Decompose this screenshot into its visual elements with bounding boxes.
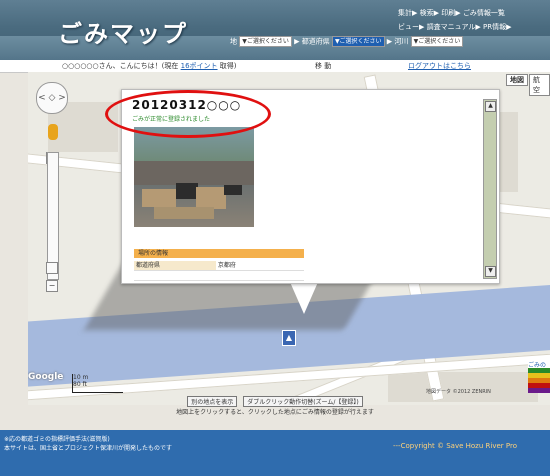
scale-bar: 10 m 80 ft [72, 374, 123, 393]
info-row: 都道府県 京都府 [134, 261, 304, 271]
info-row [134, 271, 304, 281]
greeting-suffix: 取得) [219, 62, 237, 70]
move-link[interactable]: 移 動 [315, 60, 331, 72]
google-logo: Google [28, 372, 64, 382]
info-window-scrollbar[interactable]: ▲ ▼ [483, 99, 497, 279]
scroll-up-button[interactable]: ▲ [485, 101, 496, 112]
filter-bar: 地 ▼ご選択ください ▶ 都道府県 ▼ご選択ください ▶ 河川 ▼ご選択ください [230, 36, 464, 47]
photo-debris [224, 185, 242, 195]
annotation-circle [105, 90, 271, 138]
info-row-key: 都道府県 [134, 261, 216, 270]
photo-debris [154, 207, 214, 219]
legend-swatch-purple [528, 388, 550, 393]
filter-label-area: 地 [230, 37, 237, 46]
zoom-out-button[interactable]: − [46, 280, 58, 292]
map-legend: ごみの [528, 360, 550, 400]
map-attribution: 地図データ ©2012 ZENRIN [426, 389, 491, 395]
site-footer: ※応の都道ゴミの指標評価手法(滋賀版) 本サイトは、国土省とプロジェクト保津川が… [0, 430, 550, 476]
footer-line-2: 本サイトは、国土省とプロジェクト保津川が開発したものです [4, 445, 173, 452]
filter-label-river: ▶ 河川 [386, 37, 409, 46]
greeting-prefix: ○○○○○○さん、こんにちは！(現在 [62, 62, 179, 70]
scale-metric: 10 m [73, 374, 89, 381]
legend-title: ごみの [528, 360, 550, 369]
scroll-down-button[interactable]: ▼ [485, 266, 496, 277]
greeting-text: ○○○○○○さん、こんにちは！(現在 16ポイント 取得) [62, 60, 237, 72]
map-actions: 別の地点を表示 ダブルクリック動作切替(ズーム/【登録】) 地図上をクリックする… [0, 396, 550, 416]
pan-control[interactable]: < ◇ > [36, 82, 68, 114]
logout-link[interactable]: ログアウトはこちら [408, 60, 471, 72]
location-info-header: 場所の情報 [134, 249, 304, 258]
photo-debris [176, 183, 198, 199]
secondary-nav-links[interactable]: ビュー▶ 調査マニュアル▶ PR情報▶ [398, 22, 511, 32]
photo-wall [134, 161, 254, 185]
satellite-type-button[interactable]: 航空 [529, 74, 550, 96]
river-select[interactable]: ▼ご選択ください [410, 36, 464, 47]
points-link[interactable]: 16ポイント [181, 62, 218, 70]
zoom-slider-thumb[interactable] [46, 262, 58, 274]
toggle-double-click-button[interactable]: ダブルクリック動作切替(ズーム/【登録】) [243, 396, 363, 407]
copyright-text: ---Copyright © Save Hozu River Pro [393, 442, 517, 450]
photo-debris [196, 187, 226, 209]
zoom-slider[interactable] [47, 152, 59, 280]
litter-marker-icon[interactable]: ▲ [282, 330, 296, 346]
photo-debris [142, 189, 176, 207]
footer-line-1: ※応の都道ゴミの指標評価手法(滋賀版) [4, 436, 110, 443]
map-type-button[interactable]: 地図 [506, 74, 528, 86]
info-row-value: 京都府 [217, 262, 236, 269]
prefecture-select[interactable]: ▼ご選択ください [331, 36, 385, 47]
info-window-tail [290, 282, 318, 314]
scale-imperial: 80 ft [73, 381, 87, 388]
site-logo[interactable]: ごみマップ [58, 14, 188, 49]
top-nav-links[interactable]: 集計▶ 検索▶ 印刷▶ ごみ情報一覧 [398, 8, 505, 18]
map-click-hint: 地図上をクリックすると、クリックした地点にごみ情報の登録が行えます [176, 409, 374, 416]
show-other-point-button[interactable]: 別の地点を表示 [187, 396, 238, 407]
litter-photo[interactable] [134, 127, 254, 227]
site-header: ごみマップ 集計▶ 検索▶ 印刷▶ ごみ情報一覧 ビュー▶ 調査マニュアル▶ P… [0, 0, 550, 60]
filter-label-prefecture: ▶ 都道府県 [294, 37, 330, 46]
area-select[interactable]: ▼ご選択ください [239, 36, 292, 47]
street-view-pegman-icon[interactable] [48, 124, 58, 140]
